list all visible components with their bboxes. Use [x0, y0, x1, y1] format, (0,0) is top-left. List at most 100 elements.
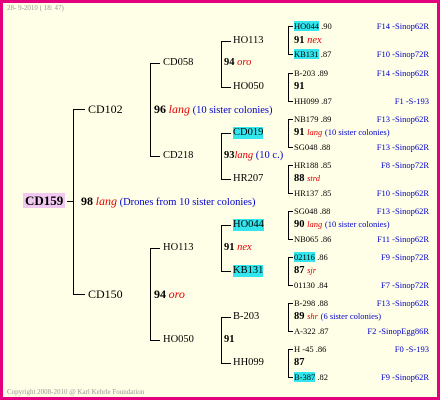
root-details: 98 lang (Drones from 10 sister colonies): [81, 194, 255, 209]
gen4-row[interactable]: HO044 .90: [294, 21, 332, 31]
connector-g4-1: [288, 54, 293, 55]
gen2-id-0[interactable]: CD058: [163, 57, 193, 69]
gen2-note-1: (10 c.): [255, 150, 284, 161]
connector-g4-12: [288, 303, 293, 304]
connector-gen2-b: [221, 133, 222, 179]
gen4-id: SG048: [294, 206, 318, 216]
gen4-ref: F13 -Sinop62R: [376, 142, 429, 152]
root-num: 98: [81, 194, 93, 208]
gen3-tag-4: lang: [307, 219, 323, 229]
gen4-ref: F0 -S-193: [394, 344, 429, 354]
gen1-id-1[interactable]: CD150: [88, 287, 123, 301]
gen2-id-3[interactable]: HO050: [163, 334, 194, 346]
connector-g4-14: [288, 349, 293, 350]
root-note: (Drones from 10 sister colonies): [119, 197, 256, 208]
gen3-details-6: 89 shr (6 sister colonies): [294, 311, 381, 323]
gen3-num-0: 91: [294, 35, 305, 46]
connector-gen3-7: [288, 349, 289, 377]
connector-g4-6: [288, 165, 293, 166]
gen4-row[interactable]: KB131 .87: [294, 49, 331, 59]
connector-g4-4: [288, 119, 293, 120]
gen4-row[interactable]: NB065 .86: [294, 234, 331, 244]
gen4-ref: F2 -SinopEgg86R: [367, 326, 429, 336]
connector-gen3-1: [288, 73, 289, 101]
gen4-row[interactable]: SG048 .88: [294, 206, 330, 216]
gen2-id-2[interactable]: HO113: [163, 242, 194, 254]
gen2-details-2: 91 nex: [224, 242, 252, 254]
gen3-details-0: 91 nex: [294, 35, 322, 47]
gen4-ref: F9 -Sinop62R: [381, 372, 429, 382]
gen4-row[interactable]: HH099 .87: [294, 96, 332, 106]
connector-g3-5: [221, 271, 231, 272]
connector-g4-8: [288, 211, 293, 212]
gen4-row[interactable]: 01130 .84: [294, 280, 328, 290]
connector-gen3-5: [288, 257, 289, 285]
gen4-row[interactable]: B-203 .89: [294, 68, 328, 78]
gen4-val: .87: [317, 326, 329, 336]
gen4-row[interactable]: SG048 .88: [294, 142, 330, 152]
gen4-id: B-203: [294, 68, 316, 78]
gen4-row[interactable]: A-322 .87: [294, 326, 328, 336]
connector-g4-9: [288, 239, 293, 240]
connector-cd150: [73, 294, 85, 295]
connector-gen3-3: [288, 165, 289, 193]
gen2-num-3: 91: [224, 334, 235, 345]
date-header: 28- 9-2010 ( 18: 47): [7, 4, 64, 12]
connector-g4-10: [288, 257, 293, 258]
gen3-id-0[interactable]: HO113: [233, 35, 264, 47]
gen3-id-3[interactable]: HR207: [233, 173, 263, 185]
gen3-details-4: 90 lang (10 sister colonies): [294, 219, 390, 231]
connector-g4-7: [288, 193, 293, 194]
connector-g3-7: [221, 363, 231, 364]
gen4-val: .87: [320, 49, 332, 59]
gen4-val: .89: [317, 68, 328, 78]
gen4-row[interactable]: H -45 .86: [294, 344, 326, 354]
gen4-ref: F11 -Sinop62R: [377, 234, 429, 244]
gen4-ref: F7 -Sinop72R: [381, 280, 429, 290]
connector-gen3-0: [288, 26, 289, 54]
gen3-id-6[interactable]: B-203: [233, 311, 259, 323]
gen4-row[interactable]: 02116 .86: [294, 252, 328, 262]
gen3-id-2[interactable]: CD019: [233, 127, 264, 139]
connector-g4-2: [288, 73, 293, 74]
connector-ho050-a: [150, 340, 160, 341]
gen3-id-1[interactable]: HO050: [233, 81, 264, 93]
gen3-tag-3: strd: [307, 173, 321, 183]
gen2-details-3: 91: [224, 334, 235, 346]
gen2-id-1[interactable]: CD218: [163, 150, 193, 162]
gen3-id-5[interactable]: KB131: [233, 265, 264, 277]
root-node[interactable]: CD159: [23, 193, 66, 209]
connector-gen1-b: [150, 248, 151, 340]
gen3-tag-0: nex: [307, 35, 322, 46]
gen3-id-7[interactable]: HH099: [233, 357, 264, 369]
connector-g4-5: [288, 147, 293, 148]
gen3-details-7: 87: [294, 357, 305, 369]
gen4-val: .85: [320, 188, 332, 198]
connector-g3-0: [221, 41, 231, 42]
connector-cd102: [73, 109, 85, 110]
gen4-row[interactable]: HR188 .85: [294, 160, 331, 170]
connector-g3-4: [221, 225, 231, 226]
gen4-ref: F14 -Sinop62R: [376, 68, 429, 78]
gen4-id: SG048: [294, 142, 318, 152]
gen1-details-0: 96 lang (10 sister colonies): [154, 102, 273, 117]
gen4-row[interactable]: HR137 .85: [294, 188, 331, 198]
gen4-val: .82: [317, 372, 328, 382]
gen2-tag-2: nex: [237, 242, 252, 253]
gen4-row[interactable]: B-387 .82: [294, 372, 328, 382]
gen4-row[interactable]: NB179 .89: [294, 114, 331, 124]
connector-g3-2: [221, 133, 231, 134]
gen3-tag-2: lang: [307, 127, 323, 137]
gen4-id: A-322: [294, 326, 316, 336]
gen4-val: .86: [320, 234, 332, 244]
connector-g4-3: [288, 101, 293, 102]
gen3-id-4[interactable]: HO044: [233, 219, 264, 231]
gen1-note-0: (10 sister colonies): [192, 105, 273, 116]
gen1-id-0[interactable]: CD102: [88, 102, 123, 116]
gen2-num-0: 94: [224, 57, 235, 68]
gen4-val: .88: [319, 142, 331, 152]
gen2-details-0: 94 oro: [224, 57, 251, 69]
connector-g3-1: [221, 87, 231, 88]
gen1-num-0: 96: [154, 102, 166, 116]
gen4-row[interactable]: B-298 .88: [294, 298, 328, 308]
